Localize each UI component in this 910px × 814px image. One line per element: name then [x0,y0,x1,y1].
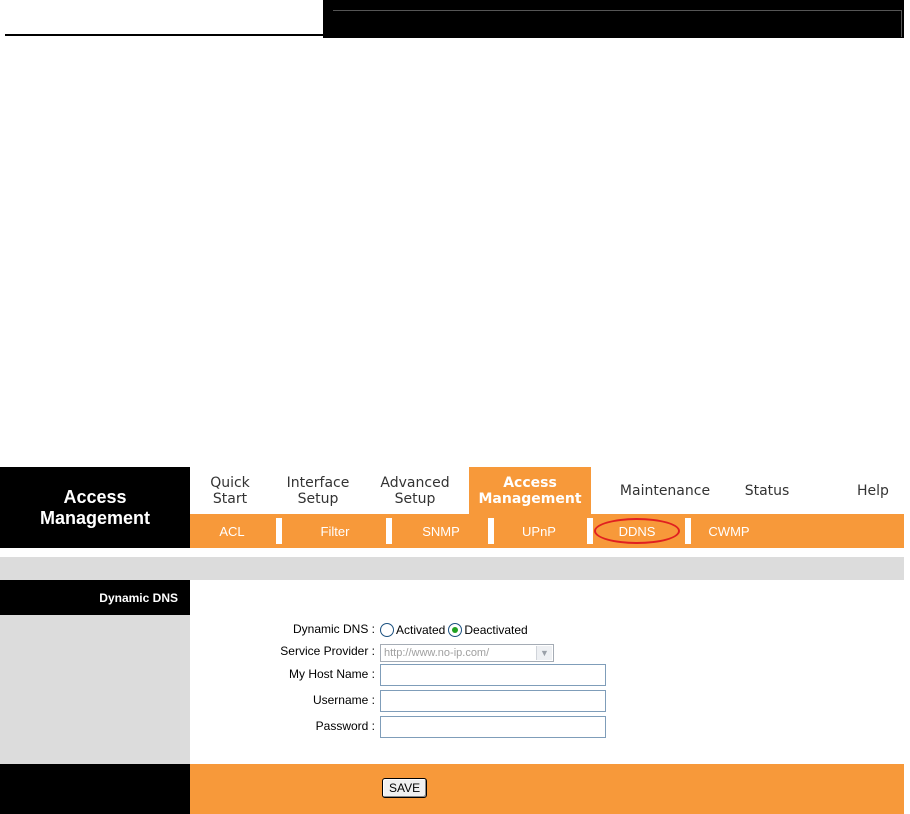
top-banner-left [5,0,323,36]
dynamic-dns-options: Activated Deactivated [380,621,531,639]
radio-activated[interactable] [380,622,394,637]
subnav-filter[interactable]: Filter [282,514,388,548]
service-provider-label: Service Provider : [280,644,375,658]
save-button[interactable]: SAVE [382,778,428,798]
subnav-cwmp[interactable]: CWMP [691,514,767,548]
nav-maintenance[interactable]: Maintenance [603,467,727,514]
dynamic-dns-label: Dynamic DNS : [292,622,375,636]
password-input[interactable] [380,716,606,738]
ddns-form: Dynamic DNS : Activated Deactivated Servi… [190,580,904,764]
nav-help[interactable]: Help [842,467,904,514]
dynamic-dns-row: Dynamic DNS : Activated Deactivated [190,619,904,641]
password-label: Password : [315,719,375,733]
footer-left-block [0,764,190,814]
username-label: Username : [312,693,375,707]
subnav-acl[interactable]: ACL [190,514,274,548]
divider-strip [0,557,904,580]
nav-interface-setup[interactable]: Interface Setup [270,467,366,514]
host-name-row: My Host Name : [190,664,904,686]
host-name-input[interactable] [380,664,606,686]
username-input[interactable] [380,690,606,712]
sub-nav: ACL Filter SNMP UPnP DDNS CWMP [190,514,904,548]
service-provider-select[interactable]: http://www.no-ip.com/ ▼ [380,644,554,662]
subnav-snmp[interactable]: SNMP [392,514,490,548]
service-provider-wrap: http://www.no-ip.com/ ▼ [380,643,554,662]
subnav-upnp[interactable]: UPnP [494,514,584,548]
radio-deactivated[interactable] [448,622,463,637]
nav-status[interactable]: Status [727,467,807,514]
left-panel [0,615,190,764]
page-title: Access Management [0,467,190,548]
nav-advanced-setup[interactable]: Advanced Setup [366,467,464,514]
router-admin-panel: Access Management Quick Start Interface … [0,467,904,814]
ddns-highlight-ring [594,518,680,544]
password-row: Password : [190,716,904,738]
radio-activated-label[interactable]: Activated [396,623,445,637]
footer-bar: SAVE [190,764,904,814]
password-wrap [380,716,606,738]
top-banner-frame [333,10,902,37]
radio-deactivated-label[interactable]: Deactivated [464,623,527,637]
main-nav: Quick Start Interface Setup Advanced Set… [190,467,904,514]
nav-access-management[interactable]: Access Management [469,467,591,514]
host-name-wrap [380,664,606,686]
host-name-label: My Host Name : [288,667,375,681]
username-wrap [380,690,606,712]
service-provider-value: http://www.no-ip.com/ [384,647,490,659]
username-row: Username : [190,690,904,712]
nav-quick-start[interactable]: Quick Start [190,467,270,514]
chevron-down-icon[interactable]: ▼ [536,646,552,660]
service-provider-row: Service Provider : http://www.no-ip.com/… [190,641,904,663]
section-title: Dynamic DNS [0,580,190,615]
